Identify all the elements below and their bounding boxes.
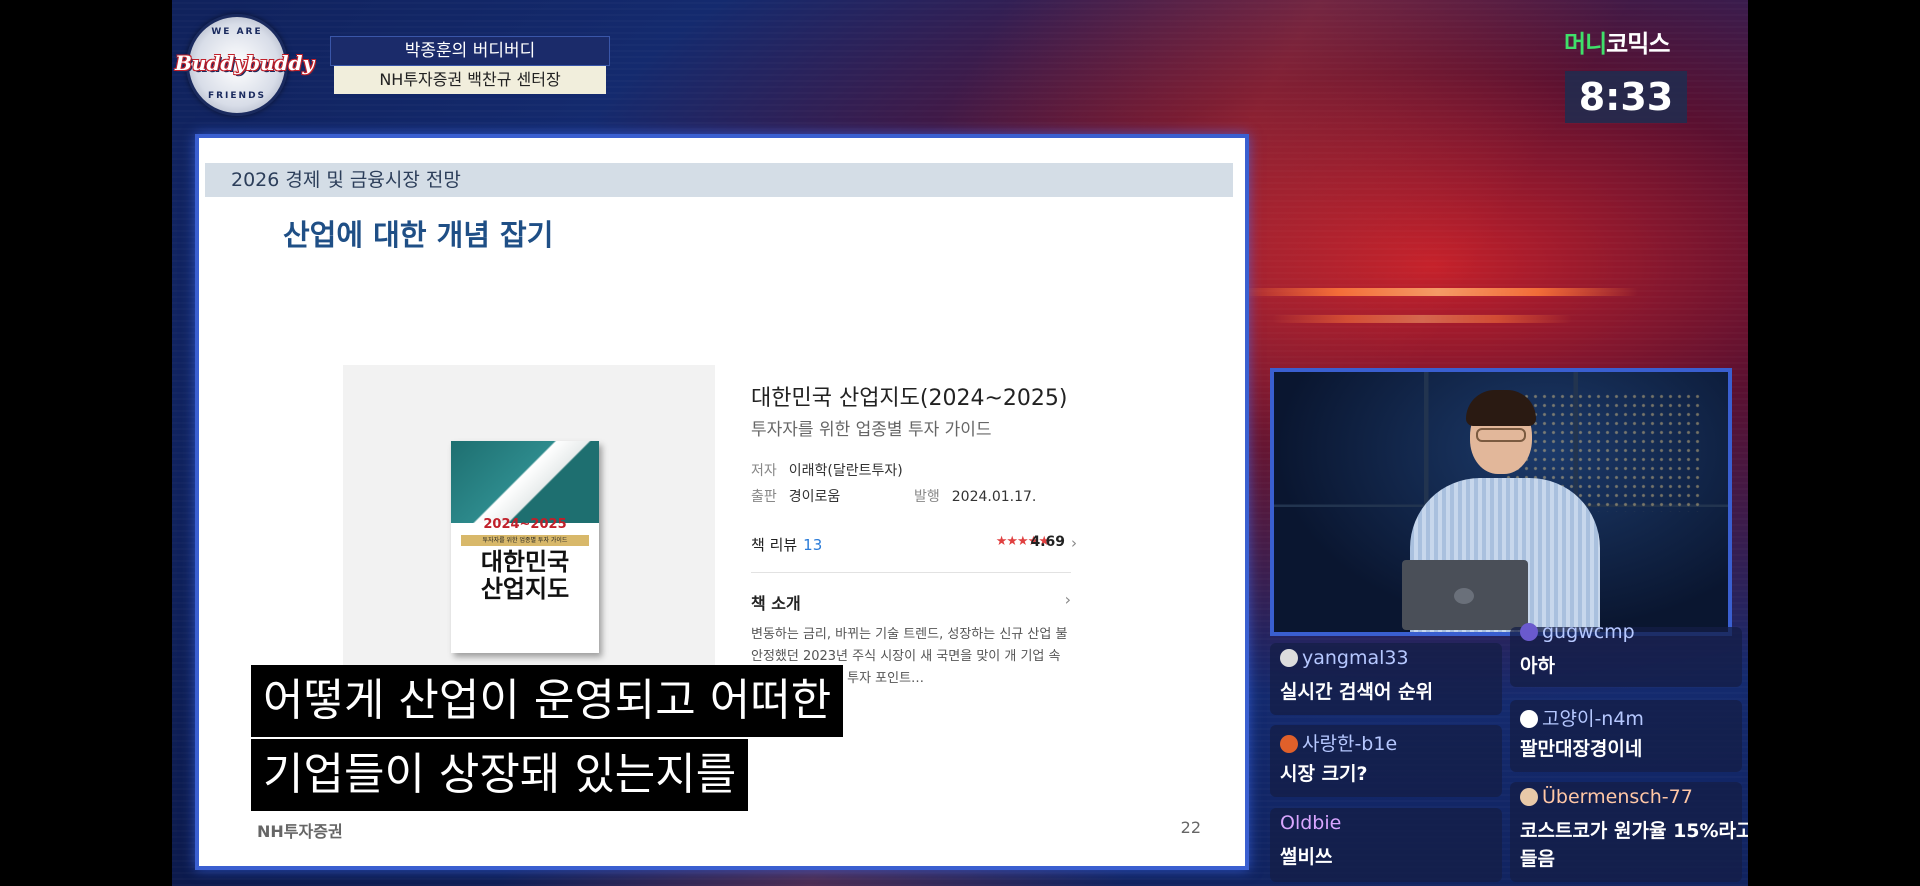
- show-title: 박종훈의 버디버디: [330, 36, 610, 66]
- presenter-glasses: [1476, 428, 1526, 442]
- channel-logo: 머니코믹스: [1564, 24, 1670, 59]
- slide-title: 산업에 대한 개념 잡기: [283, 218, 554, 252]
- book-cover-title: 대한민국 산업지도: [451, 549, 599, 603]
- chat-message-text: 썰비쓰: [1280, 846, 1333, 868]
- avatar: [1520, 623, 1538, 641]
- book-cover-map: [451, 441, 599, 523]
- book-author-row: 저자 이래학(달란트투자): [751, 460, 903, 480]
- chat-message: Oldbie 썰비쓰: [1270, 808, 1502, 882]
- review-count: 13: [803, 536, 823, 554]
- chat-username: 고양이-n4m: [1520, 704, 1644, 731]
- chat-username: gugwcmp: [1520, 621, 1635, 643]
- nh-securities-logo: NH투자증권: [257, 822, 343, 841]
- book-review-row[interactable]: 책 리뷰 13 ★★★★★ 4.69 ›: [751, 534, 1077, 558]
- avatar: [1520, 710, 1538, 728]
- chat-message: gugwcmp 아하: [1510, 621, 1742, 687]
- book-cover-title-line2: 산업지도: [480, 575, 570, 603]
- chat-username-text: gugwcmp: [1542, 621, 1635, 643]
- chat-message-text: 팔만대장경이네: [1520, 738, 1643, 760]
- logo-top-text: WE ARE: [211, 27, 263, 37]
- book-title: 대한민국 산업지도(2024~2025): [751, 386, 1068, 411]
- book-title-block: 대한민국 산업지도(2024~2025) 투자자를 위한 업종별 투자 가이드: [751, 384, 1081, 445]
- book-date-row: 발행 2024.01.17.: [914, 486, 1036, 506]
- laptop: [1402, 560, 1528, 630]
- clock: 8:33: [1565, 71, 1687, 123]
- publisher-value: 경이로움: [788, 489, 841, 505]
- logo-bottom-text: FRIENDS: [207, 91, 267, 101]
- avatar: [1520, 788, 1538, 806]
- logo-script-text: Buddybuddy: [175, 51, 315, 75]
- channel-logo-part1: 머니: [1564, 30, 1607, 58]
- avatar: [1280, 735, 1298, 753]
- book-intro-header[interactable]: 책 소개 ›: [751, 590, 1071, 614]
- chat-username: Oldbie: [1280, 812, 1342, 834]
- chat-message-text: 시장 크기?: [1280, 763, 1368, 785]
- book-subtitle: 투자자를 위한 업종별 투자 가이드: [751, 420, 992, 440]
- chat-username-text: 사랑한-b1e: [1302, 733, 1398, 755]
- background-light-streak: [1272, 315, 1572, 323]
- presenter-camera-feed: [1270, 368, 1732, 636]
- rating-value: 4.69: [1030, 534, 1065, 550]
- author-value: 이래학(달란트투자): [788, 463, 903, 479]
- channel-logo-part2: 코믹스: [1606, 30, 1670, 58]
- book-publisher-row: 출판 경이로움: [751, 486, 840, 506]
- date-label: 발행: [914, 489, 940, 505]
- chat-username-text: 고양이-n4m: [1542, 708, 1644, 730]
- chat-message: yangmal33 실시간 검색어 순위: [1270, 643, 1502, 715]
- book-cover-title-line1: 대한민국: [480, 548, 570, 576]
- chevron-right-icon: ›: [1071, 534, 1077, 552]
- subtitle-line-2: 기업들이 상장돼 있는지를: [251, 739, 749, 811]
- book-cover-panel: 2024~2025 투자자를 위한 업종별 투자 가이드 대한민국 산업지도: [343, 365, 715, 677]
- buddybuddy-logo: WE ARE Buddybuddy FRIENDS: [175, 14, 314, 116]
- date-value: 2024.01.17.: [951, 489, 1037, 505]
- subtitle-line-1: 어떻게 산업이 운영되고 어떠한: [251, 665, 844, 737]
- chat-username: yangmal33: [1280, 647, 1409, 669]
- author-label: 저자: [751, 463, 777, 479]
- broadcast-stage: WE ARE Buddybuddy FRIENDS 박종훈의 버디버디 NH투자…: [172, 0, 1748, 886]
- chat-username-text: yangmal33: [1302, 647, 1409, 669]
- chat-message-text: 아하: [1520, 655, 1555, 677]
- slide-page-number: 22: [1180, 818, 1201, 837]
- book-cover-subtitle: 투자자를 위한 업종별 투자 가이드: [461, 535, 589, 546]
- chat-message-text: 코스트코가 원가율 15%라고: [1520, 820, 1748, 842]
- chat-username-text: Übermensch-77: [1542, 786, 1693, 808]
- chat-message: 사랑한-b1e 시장 크기?: [1270, 725, 1502, 797]
- chevron-right-icon: ›: [1064, 590, 1071, 609]
- chat-message-text-continued: 들음: [1520, 848, 1555, 870]
- chat-message-text: 실시간 검색어 순위: [1280, 681, 1434, 703]
- publisher-label: 출판: [751, 489, 777, 505]
- divider: [751, 572, 1071, 573]
- intro-label: 책 소개: [751, 594, 801, 613]
- background-light-streak: [1238, 288, 1638, 296]
- chat-message: 고양이-n4m 팔만대장경이네: [1510, 700, 1742, 772]
- chat-username: 사랑한-b1e: [1280, 729, 1397, 756]
- slide-header: 2026 경제 및 금융시장 전망: [205, 163, 1233, 197]
- guest-name: NH투자증권 백찬규 센터장: [334, 66, 606, 94]
- book-cover-year: 2024~2025: [483, 517, 567, 532]
- chat-username: Übermensch-77: [1520, 786, 1693, 808]
- book-cover-image: 2024~2025 투자자를 위한 업종별 투자 가이드 대한민국 산업지도: [451, 441, 599, 653]
- review-label: 책 리뷰: [751, 536, 798, 554]
- chat-message: Übermensch-77 코스트코가 원가율 15%라고 들음: [1510, 782, 1748, 882]
- avatar: [1280, 649, 1298, 667]
